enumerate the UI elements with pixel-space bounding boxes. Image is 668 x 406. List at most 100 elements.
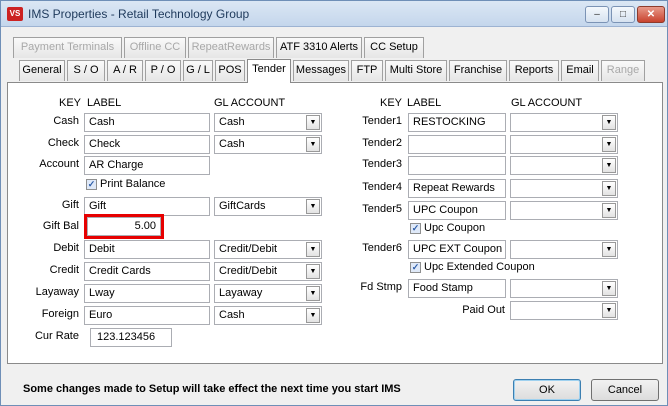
tab-ar[interactable]: A / R	[107, 60, 143, 81]
chevron-down-icon[interactable]: ▼	[602, 203, 616, 218]
fd-stmp-label-input[interactable]: Food Stamp	[408, 279, 506, 298]
chevron-down-icon[interactable]: ▼	[306, 264, 320, 279]
tender6-label-input[interactable]: UPC EXT Coupon	[408, 240, 506, 259]
chevron-down-icon[interactable]: ▼	[602, 181, 616, 196]
chevron-down-icon[interactable]: ▼	[602, 281, 616, 296]
chevron-down-icon[interactable]: ▼	[602, 137, 616, 152]
credit-gl-select[interactable]: Credit/Debit ▼	[214, 262, 322, 281]
window-title: IMS Properties - Retail Technology Group	[28, 7, 250, 21]
chevron-down-icon[interactable]: ▼	[306, 199, 320, 214]
tender1-label-input[interactable]: RESTOCKING	[408, 113, 506, 132]
key-foreign: Foreign	[41, 308, 79, 320]
chevron-down-icon[interactable]: ▼	[602, 115, 616, 130]
upc-extended-checkbox[interactable]: ✓	[410, 262, 421, 273]
tender1-gl-select[interactable]: ▼	[510, 113, 618, 132]
highlight-box	[84, 214, 164, 239]
key-cash: Cash	[53, 115, 79, 127]
key-tender3: Tender3	[362, 158, 402, 170]
chevron-down-icon[interactable]: ▼	[306, 286, 320, 301]
key-tender5: Tender5	[362, 203, 402, 215]
chevron-down-icon[interactable]: ▼	[602, 242, 616, 257]
key-header-right: KEY	[379, 97, 402, 109]
key-credit: Credit	[49, 264, 79, 276]
tab-multi-store[interactable]: Multi Store	[385, 60, 447, 81]
check-label-input[interactable]: Check	[84, 135, 210, 154]
debit-label-input[interactable]: Debit	[84, 240, 210, 259]
tender5-gl-select[interactable]: ▼	[510, 201, 618, 220]
check-gl-select[interactable]: Cash ▼	[214, 135, 322, 154]
print-balance-checkbox[interactable]: ✓	[86, 179, 97, 190]
tender3-gl-select[interactable]: ▼	[510, 156, 618, 175]
chevron-down-icon[interactable]: ▼	[602, 158, 616, 173]
upc-extended-label: Upc Extended Coupon	[424, 261, 535, 273]
gift-gl-select[interactable]: GiftCards ▼	[214, 197, 322, 216]
tender4-label-input[interactable]: Repeat Rewards	[408, 179, 506, 198]
tender3-label-input[interactable]	[408, 156, 506, 175]
cash-label-input[interactable]: Cash	[84, 113, 210, 132]
tab-so[interactable]: S / O	[67, 60, 105, 81]
cash-gl-select[interactable]: Cash ▼	[214, 113, 322, 132]
debit-gl-select[interactable]: Credit/Debit ▼	[214, 240, 322, 259]
key-layaway: Layaway	[35, 286, 79, 298]
tab-reports[interactable]: Reports	[509, 60, 559, 81]
key-gift: Gift	[61, 199, 79, 211]
ok-button[interactable]: OK	[513, 379, 581, 401]
tab-messages[interactable]: Messages	[293, 60, 349, 81]
account-label-input[interactable]: AR Charge	[84, 156, 210, 175]
upc-coupon-label: Upc Coupon	[424, 222, 486, 234]
print-balance-label: Print Balance	[100, 178, 166, 190]
check-gl-value: Cash	[219, 138, 245, 150]
tender5-label-input[interactable]: UPC Coupon	[408, 201, 506, 220]
debit-gl-value: Credit/Debit	[219, 243, 278, 255]
maximize-button[interactable]: □	[611, 6, 635, 23]
minimize-button[interactable]: –	[585, 6, 609, 23]
close-button[interactable]: ✕	[637, 6, 665, 23]
foreign-gl-select[interactable]: Cash ▼	[214, 306, 322, 325]
layaway-gl-select[interactable]: Layaway ▼	[214, 284, 322, 303]
tab-atf-alerts[interactable]: ATF 3310 Alerts	[276, 37, 362, 58]
key-tender4: Tender4	[362, 181, 402, 193]
key-account: Account	[39, 158, 79, 170]
gl-header-right: GL ACCOUNT	[511, 97, 583, 109]
tender6-gl-select[interactable]: ▼	[510, 240, 618, 259]
tab-pos[interactable]: POS	[215, 60, 245, 81]
cur-rate-input[interactable]: 123.123456	[90, 328, 172, 347]
chevron-down-icon[interactable]: ▼	[306, 115, 320, 130]
key-cur-rate: Cur Rate	[34, 330, 79, 342]
tender2-label-input[interactable]	[408, 135, 506, 154]
fd-stmp-gl-select[interactable]: ▼	[510, 279, 618, 298]
tab-gl[interactable]: G / L	[183, 60, 213, 81]
cancel-button[interactable]: Cancel	[591, 379, 659, 401]
tab-franchise[interactable]: Franchise	[449, 60, 507, 81]
tab-repeat-rewards: RepeatRewards	[188, 37, 274, 58]
credit-label-input[interactable]: Credit Cards	[84, 262, 210, 281]
tab-general[interactable]: General	[19, 60, 65, 81]
layaway-label-input[interactable]: Lway	[84, 284, 210, 303]
tab-po[interactable]: P / O	[145, 60, 181, 81]
tab-cc-setup[interactable]: CC Setup	[364, 37, 424, 58]
chevron-down-icon[interactable]: ▼	[306, 308, 320, 323]
gift-gl-value: GiftCards	[219, 200, 266, 212]
tender4-gl-select[interactable]: ▼	[510, 179, 618, 198]
label-header: LABEL	[87, 97, 122, 109]
tab-payment-terminals: Payment Terminals	[13, 37, 122, 58]
label-header-right: LABEL	[407, 97, 442, 109]
status-message: Some changes made to Setup will take eff…	[23, 383, 401, 395]
tab-email[interactable]: Email	[561, 60, 599, 81]
tab-ftp[interactable]: FTP	[351, 60, 383, 81]
chevron-down-icon[interactable]: ▼	[306, 242, 320, 257]
tab-range: Range	[601, 60, 645, 81]
tab-tender[interactable]: Tender	[247, 59, 291, 83]
upc-coupon-checkbox[interactable]: ✓	[410, 223, 421, 234]
paid-out-select[interactable]: ▼	[510, 301, 618, 320]
tab-offline-cc: Offline CC	[124, 37, 186, 58]
key-tender1: Tender1	[362, 115, 402, 127]
key-tender2: Tender2	[362, 137, 402, 149]
chevron-down-icon[interactable]: ▼	[602, 303, 616, 318]
gl-header: GL ACCOUNT	[214, 97, 286, 109]
key-fd-stmp: Fd Stmp	[360, 281, 402, 293]
chevron-down-icon[interactable]: ▼	[306, 137, 320, 152]
tender2-gl-select[interactable]: ▼	[510, 135, 618, 154]
app-logo-icon: VS	[7, 7, 23, 21]
foreign-label-input[interactable]: Euro	[84, 306, 210, 325]
